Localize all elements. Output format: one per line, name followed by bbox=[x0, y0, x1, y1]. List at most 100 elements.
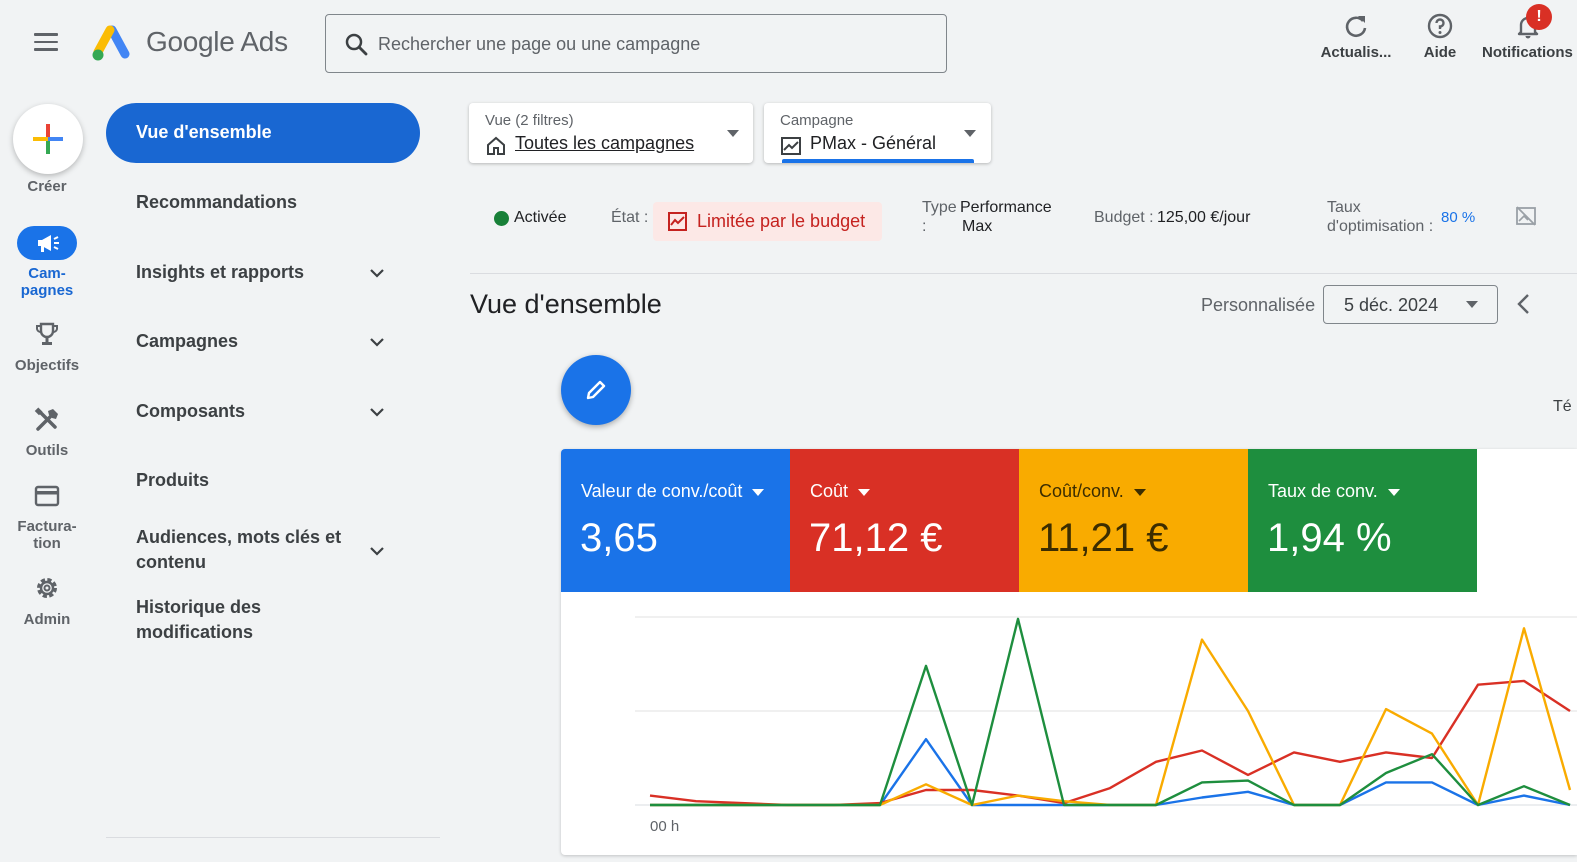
app-logo-text: Google Ads bbox=[146, 26, 288, 57]
google-ads-logo-icon bbox=[92, 25, 130, 61]
metric-label: Valeur de conv./coût bbox=[581, 481, 743, 501]
chart-series-line-0 bbox=[650, 737, 1571, 807]
optim-value[interactable]: 80 % bbox=[1441, 209, 1475, 226]
date-range-type: Personnalisée bbox=[1201, 295, 1316, 315]
date-range-dropdown[interactable]: 5 déc. 2024 bbox=[1323, 285, 1498, 324]
nav-item-products[interactable]: Produits bbox=[106, 468, 420, 496]
chevron-down-icon bbox=[370, 338, 384, 347]
caret-down-icon bbox=[752, 488, 765, 496]
view-filter-dropdown[interactable]: Vue (2 filtres) Toutes les campagnes bbox=[469, 103, 753, 163]
help-icon bbox=[1427, 13, 1453, 39]
admin-label: Admin bbox=[23, 611, 71, 628]
metric-label: Coût/conv. bbox=[1039, 481, 1124, 501]
no-preview-icon[interactable] bbox=[1515, 205, 1537, 227]
metric-label: Coût bbox=[810, 481, 849, 501]
menu-icon[interactable] bbox=[30, 28, 64, 60]
limited-by-budget-badge[interactable]: Limitée par le budget bbox=[653, 202, 882, 241]
megaphone-icon bbox=[38, 235, 59, 252]
create-label: Créer bbox=[27, 178, 67, 195]
nav-item-label: Audiences, mots clés et bbox=[136, 527, 342, 547]
caret-down-icon bbox=[727, 130, 739, 137]
enabled-status: Activée bbox=[514, 209, 567, 226]
home-icon bbox=[487, 136, 505, 155]
credit-card-icon bbox=[34, 485, 60, 507]
nav-item-recommendations[interactable]: Recommandations bbox=[106, 190, 420, 218]
view-filter-value: Toutes les campagnes bbox=[515, 133, 695, 153]
metric-tile-cost[interactable]: Coût 71,12 € bbox=[790, 449, 1019, 592]
refresh-label: Actualis... bbox=[1320, 44, 1392, 61]
nav-item-label: contenu bbox=[136, 552, 206, 572]
nav-item-label: Produits bbox=[136, 470, 210, 490]
campaign-filter-label: Campagne bbox=[780, 112, 854, 129]
rail-item-admin[interactable]: Admin bbox=[0, 574, 94, 630]
clipped-text: Té bbox=[1553, 398, 1572, 415]
type-value-1: Performance bbox=[960, 199, 1052, 216]
nav-item-label: Historique des bbox=[136, 597, 262, 617]
metrics-chart-card: Valeur de conv./coût 3,65 Coût 71,12 € C… bbox=[561, 449, 1577, 855]
metric-tile-conv-value-cost[interactable]: Valeur de conv./coût 3,65 bbox=[561, 449, 790, 592]
campaign-filter-dropdown[interactable]: Campagne PMax - Général bbox=[764, 103, 991, 163]
metric-tile-cost-per-conv[interactable]: Coût/conv. 11,21 € bbox=[1019, 449, 1248, 592]
rail-item-goals[interactable]: Objectifs bbox=[0, 320, 94, 376]
create-button[interactable] bbox=[13, 104, 83, 174]
pencil-icon bbox=[586, 380, 606, 400]
nav-item-label: Vue d'ensemble bbox=[136, 122, 272, 142]
metric-tile-conv-rate[interactable]: Taux de conv. 1,94 % bbox=[1248, 449, 1477, 592]
search-box[interactable] bbox=[325, 14, 947, 73]
caret-down-icon bbox=[858, 488, 871, 496]
optim-label-2: d'optimisation : bbox=[1327, 218, 1434, 235]
section-divider bbox=[470, 273, 1577, 274]
state-label: État : bbox=[611, 209, 649, 226]
trophy-icon bbox=[36, 322, 58, 345]
campaign-status-row: Activée État : Limitée par le budget Typ… bbox=[470, 190, 1577, 250]
chart-series-line-2 bbox=[650, 627, 1572, 807]
metric-value: 71,12 € bbox=[809, 516, 943, 560]
status-dot-icon bbox=[494, 211, 509, 226]
nav-item-assets[interactable]: Composants bbox=[106, 399, 420, 427]
type-value-2: Max bbox=[962, 218, 993, 235]
rail-item-billing[interactable]: Factura- tion bbox=[0, 482, 94, 552]
type-label-1: Type bbox=[922, 199, 957, 216]
nav-item-change-history[interactable]: Historique des modifications bbox=[106, 595, 420, 647]
type-label-2: : bbox=[922, 218, 927, 235]
edit-button[interactable] bbox=[561, 355, 631, 425]
billing-label-2: tion bbox=[33, 535, 61, 552]
caret-down-icon bbox=[964, 130, 976, 137]
caret-down-icon bbox=[1387, 488, 1400, 496]
refresh-button[interactable]: Actualis... bbox=[1316, 12, 1396, 61]
notifications-label: Notifications bbox=[1482, 44, 1573, 61]
nav-item-label: modifications bbox=[136, 622, 254, 642]
campaign-filter-value: PMax - Général bbox=[810, 133, 937, 153]
metric-label: Taux de conv. bbox=[1268, 481, 1378, 501]
chevron-left-icon[interactable] bbox=[1510, 290, 1538, 318]
help-button[interactable]: Aide bbox=[1412, 12, 1468, 61]
nav-item-insights[interactable]: Insights et rapports bbox=[106, 260, 420, 288]
nav-item-label: Campagnes bbox=[136, 331, 239, 351]
budget-value: 125,00 €/jour bbox=[1157, 209, 1251, 226]
notifications-button[interactable]: ! Notifications bbox=[1482, 4, 1577, 61]
goals-label: Objectifs bbox=[14, 357, 80, 374]
nav-item-campaigns[interactable]: Campagnes bbox=[106, 329, 420, 357]
caret-down-icon bbox=[1133, 488, 1146, 496]
metrics-line-chart: 00 h bbox=[635, 616, 1577, 835]
search-icon bbox=[345, 33, 368, 56]
nav-item-audiences[interactable]: Audiences, mots clés et contenu bbox=[106, 525, 420, 577]
view-filter-label: Vue (2 filtres) bbox=[485, 112, 574, 129]
chart-series-line-1 bbox=[649, 679, 1571, 807]
page-title: Vue d'ensemble bbox=[470, 289, 662, 319]
notifications-badge: ! bbox=[1526, 4, 1552, 30]
search-input[interactable] bbox=[378, 31, 928, 57]
rail-item-tools[interactable]: Outils bbox=[0, 406, 94, 462]
chevron-down-icon bbox=[370, 269, 384, 278]
nav-item-label: Composants bbox=[136, 401, 246, 421]
optim-label-1: Taux bbox=[1327, 199, 1361, 216]
chart-series-line-3 bbox=[650, 617, 1571, 807]
campaigns-rail-label-2: pagnes bbox=[20, 282, 74, 299]
nav-item-label: Recommandations bbox=[136, 192, 298, 212]
state-value: Limitée par le budget bbox=[697, 211, 866, 231]
campaigns-rail-label-1: Cam- bbox=[28, 265, 66, 282]
tools-label: Outils bbox=[25, 442, 69, 459]
nav-item-overview[interactable]: Vue d'ensemble bbox=[106, 103, 420, 163]
rail-item-campaigns[interactable]: Cam- pagnes bbox=[0, 226, 94, 302]
metric-value: 3,65 bbox=[580, 516, 658, 560]
